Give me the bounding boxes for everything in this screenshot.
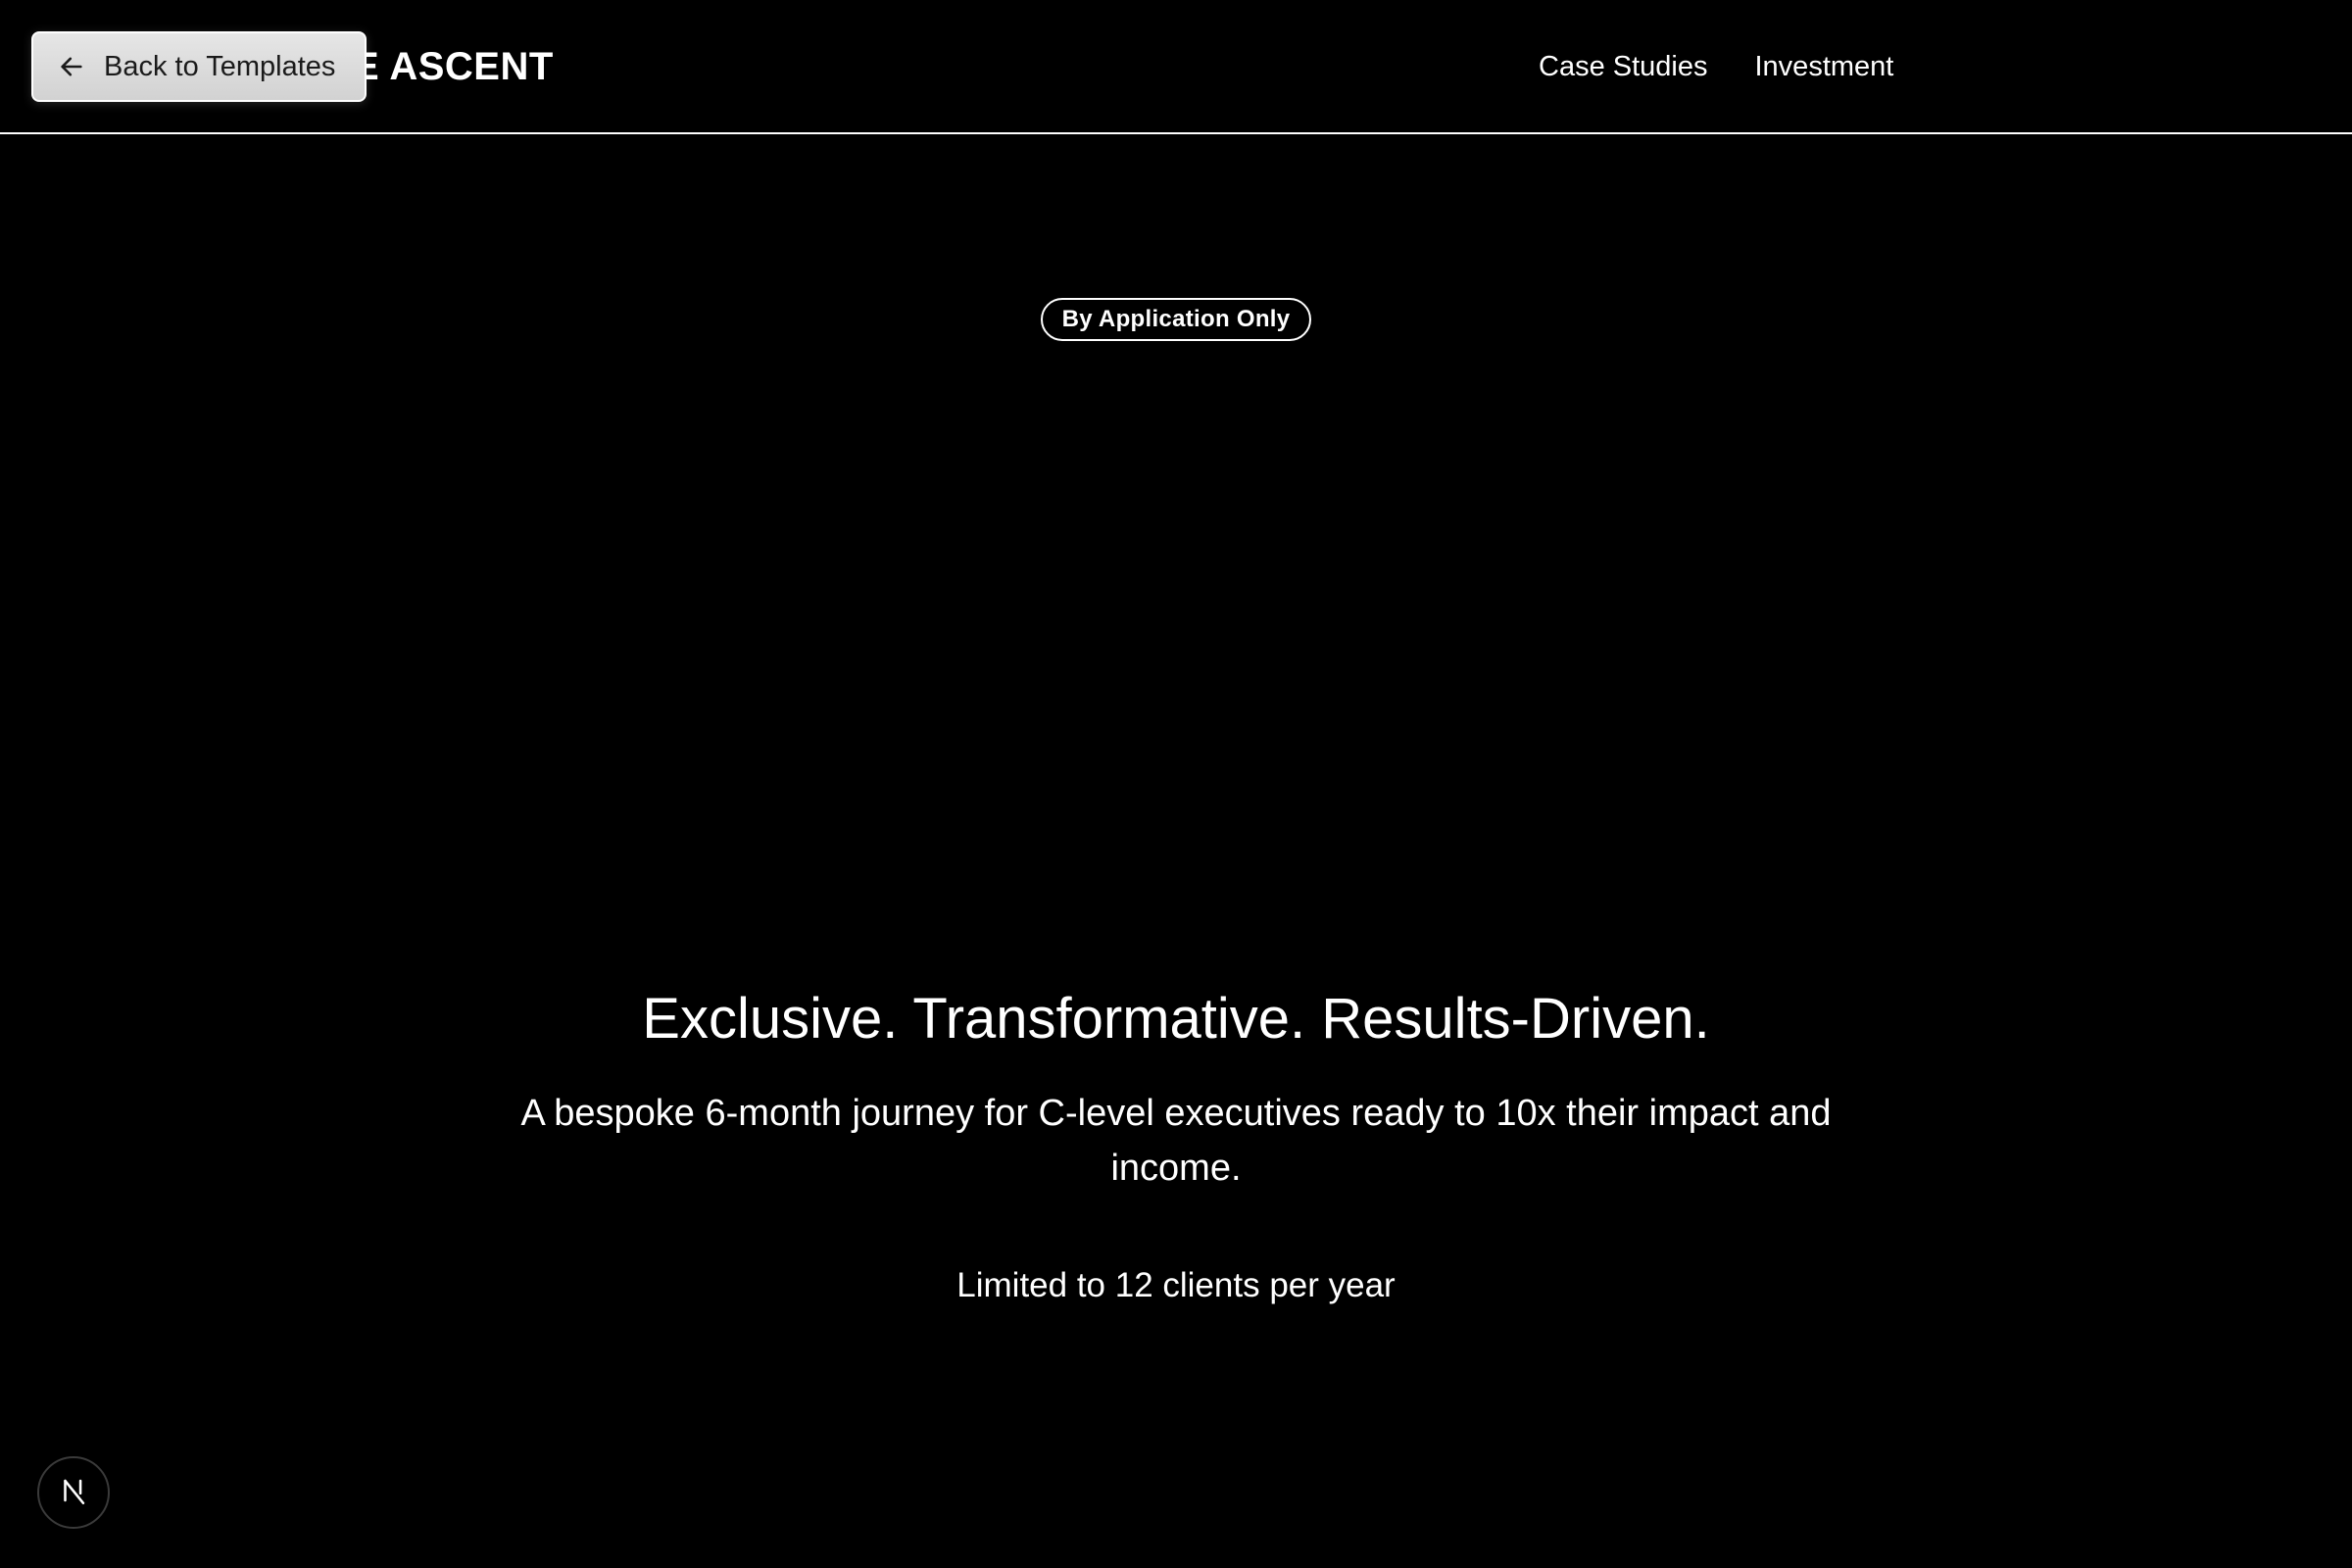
nextjs-n-icon: [57, 1474, 90, 1512]
nav-link-investment[interactable]: Investment: [1755, 47, 1894, 86]
nav-link-case-studies[interactable]: Case Studies: [1539, 47, 1708, 86]
hero-limit-note: Limited to 12 clients per year: [956, 1266, 1396, 1304]
application-only-badge: By Application Only: [1041, 298, 1311, 341]
back-button-label: Back to Templates: [104, 51, 336, 82]
back-to-templates-button[interactable]: Back to Templates: [31, 31, 367, 102]
nextjs-dev-indicator-button[interactable]: [37, 1456, 110, 1529]
hero-title: Exclusive. Transformative. Results-Drive…: [642, 987, 1710, 1051]
hero-subtitle: A bespoke 6-month journey for C-level ex…: [520, 1093, 1832, 1189]
main-nav: Case Studies Investment: [1539, 47, 1893, 86]
arrow-left-icon: [57, 52, 86, 81]
